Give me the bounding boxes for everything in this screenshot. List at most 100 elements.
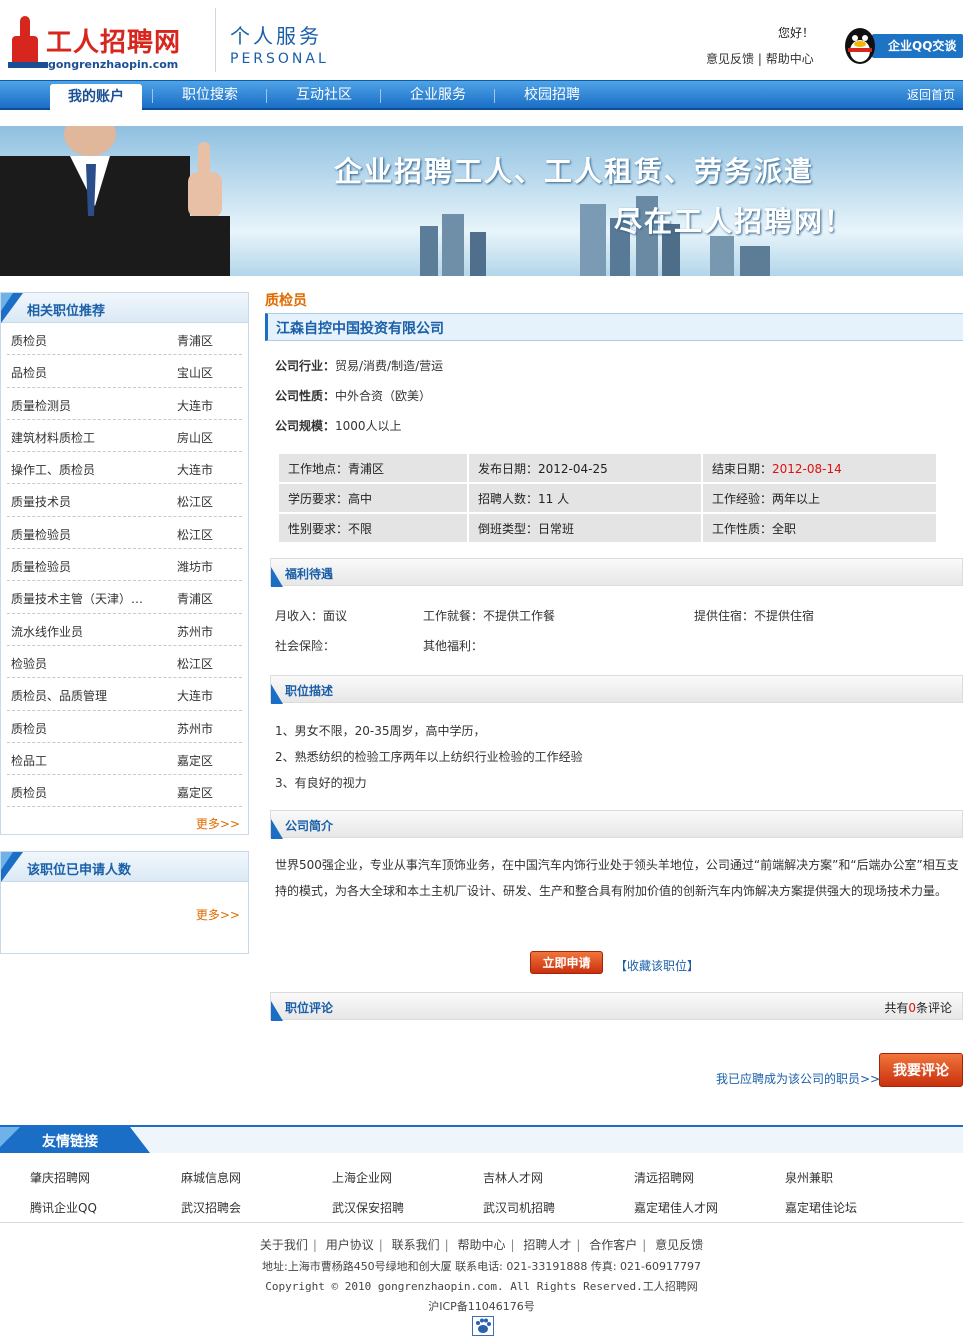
feedback-link[interactable]: 意见反馈 — [706, 52, 754, 66]
footer-sep: | — [444, 1238, 449, 1252]
location-value: 青浦区 — [348, 461, 385, 476]
friend-link[interactable]: 吉林人才网 — [483, 1169, 543, 1186]
welfare-title: 福利待遇 — [285, 567, 334, 581]
footer-agreement-link[interactable]: 用户协议 — [326, 1238, 374, 1252]
site-logo[interactable]: 工人招聘网 gongrenzhaopin.com — [8, 10, 208, 76]
nav-my-account[interactable]: 我的账户 — [50, 84, 142, 111]
list-item[interactable]: 流水线作业员 苏州市 — [7, 614, 242, 646]
shift-label: 倒班类型： — [478, 521, 539, 536]
list-item[interactable]: 品检员 宝山区 — [7, 355, 242, 388]
help-center-link[interactable]: 帮助中心 — [766, 52, 814, 66]
friend-link[interactable]: 上海企业网 — [332, 1169, 392, 1186]
applicants-title: 该职位已申请人数 — [27, 863, 132, 878]
nav-home-link[interactable]: 返回首页 — [907, 81, 955, 109]
qq-chat-button[interactable]: 企业QQ交谈 — [840, 24, 963, 66]
job-name[interactable]: 质量技术主管（天津）… — [11, 590, 143, 607]
friend-link[interactable]: 清远招聘网 — [634, 1169, 694, 1186]
apply-button[interactable]: 立即申请 — [530, 951, 603, 974]
hero-banner: 企业招聘工人、工人租赁、劳务派遣 尽在工人招聘网！ — [0, 126, 963, 276]
company-intro-text: 世界500强企业，专业从事汽车顶饰业务，在中国汽车内饰行业处于领头羊地位，公司通… — [275, 858, 959, 898]
list-item[interactable]: 质检员、品质管理 大连市 — [7, 678, 242, 711]
job-name[interactable]: 质量检测员 — [11, 397, 71, 414]
industry-value: 贸易/消费/制造/营运 — [335, 359, 444, 373]
list-item[interactable]: 质量检验员 松江区 — [7, 517, 242, 550]
nav-community[interactable]: 互动社区 — [278, 81, 370, 109]
job-name[interactable]: 检品工 — [11, 752, 47, 769]
list-item[interactable]: 质量检验员 潍坊市 — [7, 549, 242, 582]
personal-service-title: 个人服务 PERSONAL — [230, 20, 329, 67]
jobtype-label: 工作性质： — [712, 521, 773, 536]
job-title: 质检员 — [265, 293, 307, 309]
baidu-stats-icon[interactable] — [472, 1316, 494, 1336]
list-item[interactable]: 质检员 青浦区 — [7, 323, 242, 356]
footer-about-link[interactable]: 关于我们 — [260, 1238, 308, 1252]
exp-label: 工作经验： — [712, 491, 773, 506]
job-name[interactable]: 质检员、品质管理 — [11, 687, 107, 704]
nav-enterprise-service[interactable]: 企业服务 — [392, 81, 484, 109]
section-corner-icon — [271, 1001, 283, 1021]
applied-employee-link[interactable]: 我已应聘成为该公司的职员>> — [716, 1070, 880, 1087]
applicants-more-link[interactable]: 更多>> — [196, 906, 240, 923]
location-cell: 工作地点：青浦区 — [279, 454, 467, 482]
job-name[interactable]: 质检员 — [11, 332, 47, 349]
friend-link[interactable]: 肇庆招聘网 — [30, 1169, 90, 1186]
friend-link[interactable]: 武汉保安招聘 — [332, 1199, 404, 1216]
job-city: 青浦区 — [177, 334, 214, 348]
list-item[interactable]: 质量检测员 大连市 — [7, 388, 242, 420]
list-item[interactable]: 建筑材料质检工 房山区 — [7, 420, 242, 453]
table-row: 性别要求：不限 倒班类型：日常班 工作性质：全职 — [279, 514, 936, 542]
job-city: 松江区 — [177, 495, 214, 510]
job-name[interactable]: 流水线作业员 — [11, 623, 83, 640]
list-item[interactable]: 检品工 嘉定区 — [7, 743, 242, 776]
job-name[interactable]: 质量检验员 — [11, 526, 71, 543]
list-item[interactable]: 质检员 苏州市 — [7, 711, 242, 743]
footer-address: 地址:上海市曹杨路450号绿地和创大厦 联系电话: 021-33191888 传… — [261, 1260, 701, 1273]
job-name[interactable]: 操作工、质检员 — [11, 461, 95, 478]
footer-partners-link[interactable]: 合作客户 — [589, 1238, 637, 1252]
list-item[interactable]: 检验员 松江区 — [7, 646, 242, 679]
nav-job-search[interactable]: 职位搜索 — [164, 81, 256, 109]
footer-divider — [0, 1222, 963, 1223]
footer-recruit-link[interactable]: 招聘人才 — [523, 1238, 571, 1252]
comment-count-suffix: 条评论 — [915, 1001, 952, 1015]
friend-link[interactable]: 麻城信息网 — [181, 1169, 241, 1186]
friend-link[interactable]: 武汉司机招聘 — [483, 1199, 555, 1216]
list-item[interactable]: 质量技术主管（天津）… 青浦区 — [7, 581, 242, 614]
job-city: 松江区 — [177, 527, 214, 542]
job-name[interactable]: 建筑材料质检工 — [11, 429, 95, 446]
job-name[interactable]: 质量技术员 — [11, 493, 71, 510]
description-line-1: 1、男女不限，20-35周岁，高中学历， — [275, 724, 486, 738]
footer-contact-link[interactable]: 联系我们 — [392, 1238, 440, 1252]
favorite-job-link[interactable]: 【收藏该职位】 — [615, 957, 699, 974]
friend-link[interactable]: 嘉定珺佳人才网 — [634, 1199, 718, 1216]
list-item[interactable]: 质检员 嘉定区 — [7, 775, 242, 808]
education-cell: 学历要求：高中 — [279, 484, 467, 512]
related-jobs-more-link[interactable]: 更多>> — [196, 815, 240, 832]
comments-title: 职位评论 — [285, 1001, 334, 1015]
job-details-table: 工作地点：青浦区 发布日期：2012-04-25 结束日期：2012-08-14… — [277, 452, 938, 544]
footer-help-link[interactable]: 帮助中心 — [457, 1238, 505, 1252]
description-title: 职位描述 — [285, 684, 334, 698]
friend-link[interactable]: 嘉定珺佳论坛 — [785, 1199, 857, 1216]
friend-link[interactable]: 泉州兼职 — [785, 1169, 833, 1186]
nav-campus-recruit[interactable]: 校园招聘 — [506, 81, 598, 109]
job-name[interactable]: 品检员 — [11, 364, 47, 381]
list-item[interactable]: 操作工、质检员 大连市 — [7, 452, 242, 485]
friend-link[interactable]: 腾讯企业QQ — [30, 1199, 97, 1216]
list-item[interactable]: 质量技术员 松江区 — [7, 484, 242, 517]
nature-value: 中外合资（欧美） — [335, 389, 432, 403]
friend-link[interactable]: 武汉招聘会 — [181, 1199, 241, 1216]
job-name[interactable]: 质检员 — [11, 784, 47, 801]
footer-feedback-link[interactable]: 意见反馈 — [655, 1238, 703, 1252]
top-links: 意见反馈 | 帮助中心 — [706, 50, 814, 67]
company-name-link[interactable]: 江森自控中国投资有限公司 — [276, 318, 444, 338]
job-name[interactable]: 质量检验员 — [11, 558, 71, 575]
paw-icon — [476, 1318, 491, 1333]
businessman-thumbs-up-image — [0, 126, 230, 276]
footer-icp[interactable]: 沪ICP备11046176号 — [0, 1298, 963, 1314]
job-name[interactable]: 检验员 — [11, 655, 47, 672]
write-comment-button[interactable]: 我要评论 — [879, 1053, 963, 1087]
comment-count-prefix: 共有 — [884, 1001, 909, 1015]
job-name[interactable]: 质检员 — [11, 720, 47, 737]
friend-links-bar: 友情链接 — [0, 1125, 963, 1153]
